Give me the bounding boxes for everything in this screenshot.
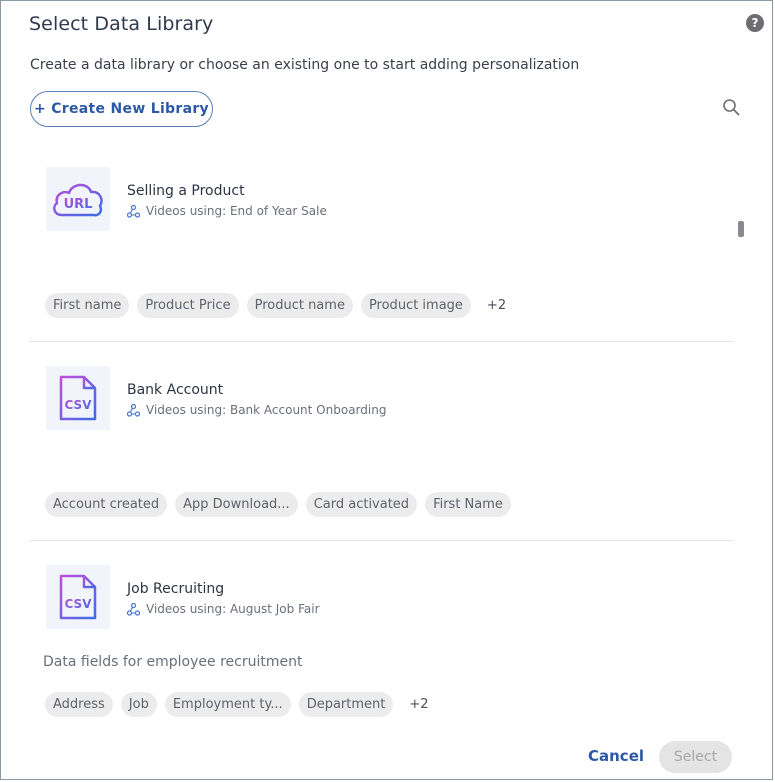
svg-text:CSV: CSV xyxy=(65,398,93,412)
divider xyxy=(29,341,734,342)
csv-file-icon: CSV xyxy=(46,366,110,430)
library-description: Data fields for employee recruitment xyxy=(43,654,303,670)
tag: Account created xyxy=(45,492,168,517)
url-cloud-icon: URL xyxy=(46,167,110,231)
library-usage-text: Videos using: End of Year Sale xyxy=(146,204,327,218)
tag: Card activated xyxy=(305,492,418,517)
more-tags-count: +2 xyxy=(409,697,429,712)
cancel-button[interactable]: Cancel xyxy=(588,747,644,765)
library-card-job-recruiting[interactable]: CSV Job Recruiting Videos using: August … xyxy=(29,565,734,725)
library-name: Job Recruiting xyxy=(127,581,225,597)
svg-text:URL: URL xyxy=(64,197,93,212)
library-tags: First name Product Price Product name Pr… xyxy=(45,293,506,318)
library-name: Selling a Product xyxy=(127,183,245,199)
share-icon xyxy=(127,602,140,616)
create-new-library-button[interactable]: + Create New Library xyxy=(30,91,213,127)
tag: Product image xyxy=(360,293,471,318)
library-name: Bank Account xyxy=(127,382,224,398)
svg-text:CSV: CSV xyxy=(65,597,93,611)
library-card-selling-a-product[interactable]: URL Selling a Product Videos using: End … xyxy=(29,167,734,327)
library-tags: Account created App Download... Card act… xyxy=(45,492,511,517)
share-icon xyxy=(127,403,140,417)
scrollbar-thumb[interactable] xyxy=(738,221,744,237)
select-data-library-dialog: Select Data Library ? Create a data libr… xyxy=(0,0,773,780)
tag: Job xyxy=(120,692,157,717)
help-icon[interactable]: ? xyxy=(746,14,764,32)
tag: First name xyxy=(45,293,130,318)
dialog-title: Select Data Library xyxy=(29,13,214,35)
library-usage: Videos using: August Job Fair xyxy=(127,602,320,616)
more-tags-count: +2 xyxy=(486,298,507,313)
share-icon xyxy=(127,204,140,218)
library-usage-text: Videos using: August Job Fair xyxy=(146,602,320,616)
tag: App Download... xyxy=(175,492,298,517)
tag: Product name xyxy=(246,293,353,318)
tag: Department xyxy=(298,692,394,717)
search-icon[interactable] xyxy=(722,98,740,116)
tag: Product Price xyxy=(137,293,239,318)
tag: Employment ty... xyxy=(164,692,291,717)
library-tags: Address Job Employment ty... Department … xyxy=(45,692,429,717)
select-button[interactable]: Select xyxy=(659,741,732,773)
dialog-subtitle: Create a data library or choose an exist… xyxy=(30,57,580,73)
library-usage: Videos using: Bank Account Onboarding xyxy=(127,403,386,417)
library-usage-text: Videos using: Bank Account Onboarding xyxy=(146,403,387,417)
tag: First Name xyxy=(425,492,511,517)
library-card-bank-account[interactable]: CSV Bank Account Videos using: Bank Acco… xyxy=(29,366,734,526)
library-usage: Videos using: End of Year Sale xyxy=(127,204,327,218)
tag: Address xyxy=(45,692,113,717)
divider xyxy=(29,540,734,541)
csv-file-icon: CSV xyxy=(46,565,110,629)
